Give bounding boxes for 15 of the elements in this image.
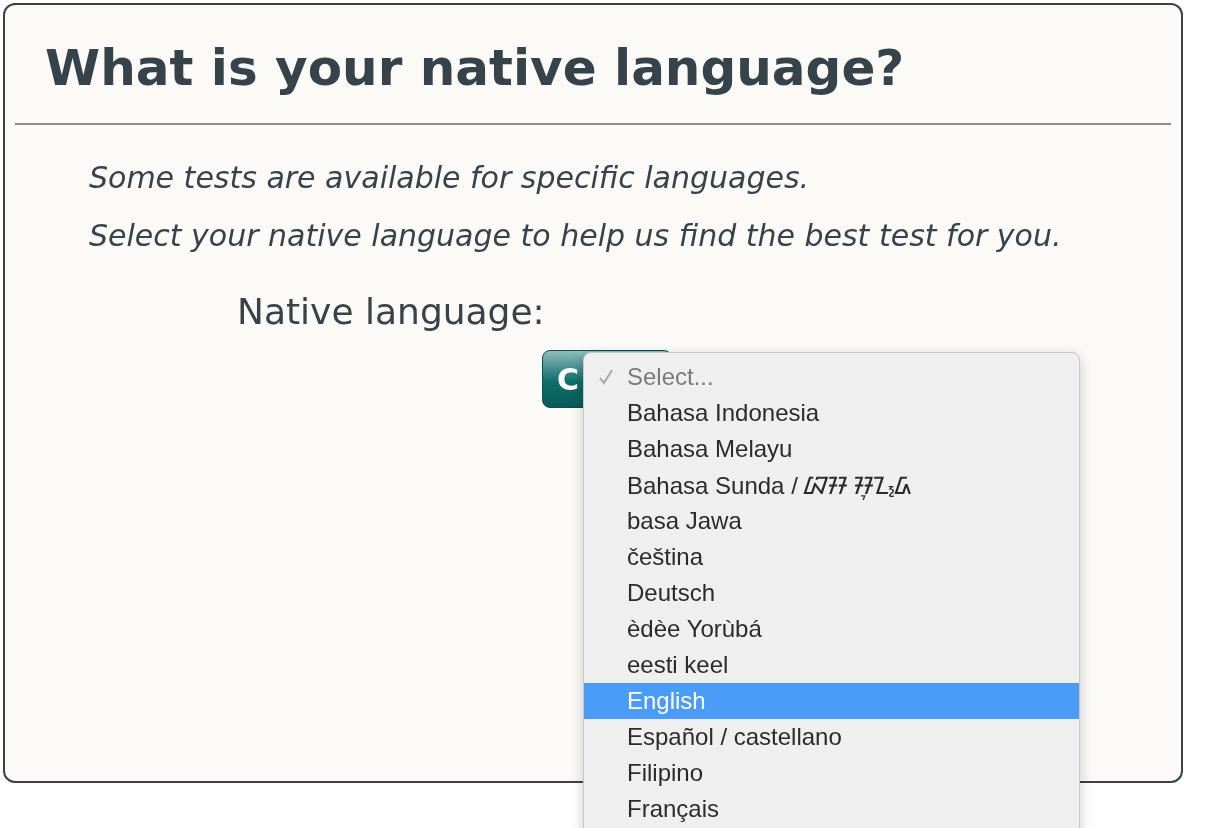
language-option[interactable]: Deutsch bbox=[584, 575, 1079, 611]
field-label: Native language: bbox=[237, 291, 545, 332]
language-option[interactable]: eesti keel bbox=[584, 647, 1079, 683]
language-option[interactable]: Bahasa Melayu bbox=[584, 431, 1079, 467]
language-option[interactable]: Español / castellano bbox=[584, 719, 1079, 755]
language-option[interactable]: Français bbox=[584, 791, 1079, 827]
instruction-text: Some tests are available for specific languages. bbox=[89, 159, 811, 197]
language-option[interactable]: čeština bbox=[584, 539, 1079, 575]
language-option[interactable]: Bahasa Sunda / ᮘᮞ ᮞᮥᮔ᮪ᮓ bbox=[584, 467, 1079, 503]
language-option[interactable]: èdèe Yorùbá bbox=[584, 611, 1079, 647]
language-option[interactable]: basa Jawa bbox=[584, 503, 1079, 539]
language-option[interactable]: Filipino bbox=[584, 755, 1079, 791]
page-title: What is your native language? bbox=[44, 38, 906, 99]
instruction-text: Select your native language to help us find the best test for you. bbox=[89, 217, 1063, 255]
language-option[interactable]: Bahasa Indonesia bbox=[584, 395, 1079, 431]
